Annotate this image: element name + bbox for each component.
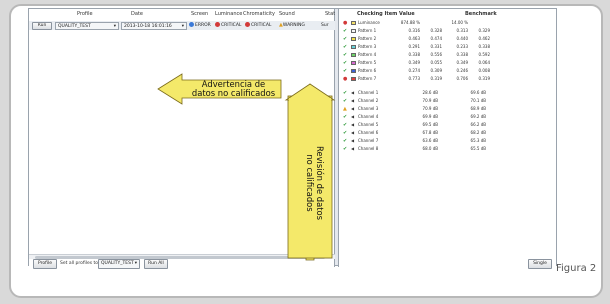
left-callout-line2: datos no calificados: [191, 88, 276, 98]
right-callout-line2: no calificados: [305, 154, 315, 212]
right-callout-line1: Revisión de datos: [315, 145, 325, 220]
right-callout-head: [284, 83, 336, 101]
left-callout-text: Advertencia de datos no calificados: [186, 80, 281, 98]
figure-page: Profile Date Screen Luminance Chromatici…: [0, 0, 610, 304]
figure-label: Figura 2: [556, 263, 597, 274]
right-callout-text: Revisión de datos no calificados: [295, 123, 325, 243]
